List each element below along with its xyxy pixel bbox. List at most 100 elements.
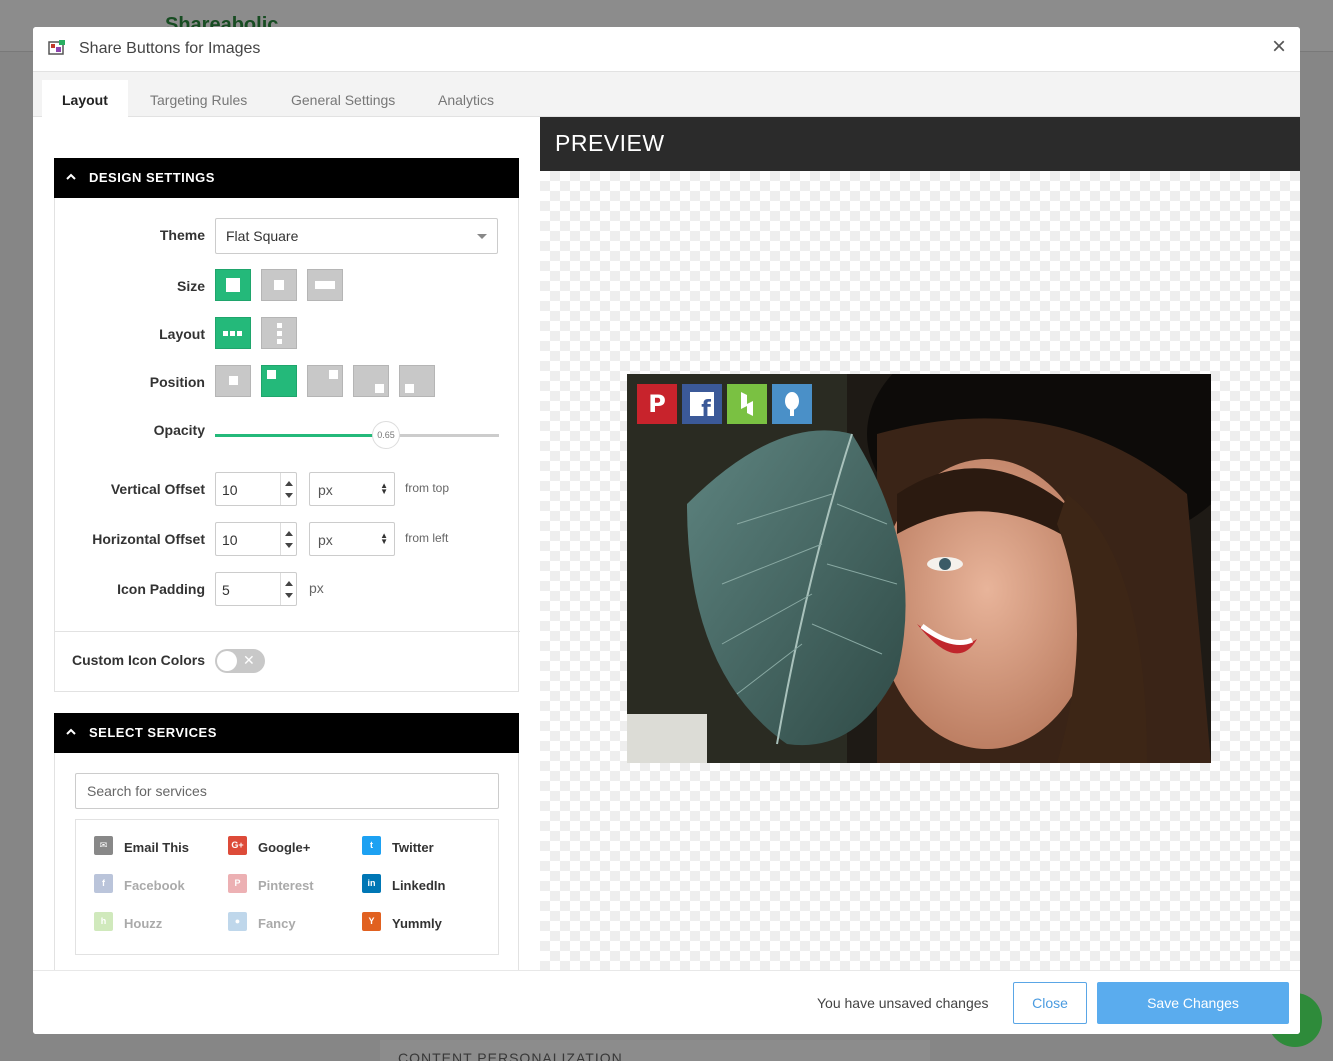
service-twitter[interactable]: t Twitter [362, 836, 492, 858]
close-icon: ✕ [243, 652, 255, 668]
layout-label: Layout [159, 326, 205, 342]
service-label: Email This [124, 840, 190, 855]
horizontal-offset-value: 10 [222, 532, 238, 548]
pinterest-icon: P [228, 874, 247, 893]
service-label: Google+ [258, 840, 311, 855]
service-label: Pinterest [258, 878, 314, 893]
horizontal-offset-suffix: from left [405, 531, 449, 545]
service-label: Yummly [392, 916, 442, 931]
opacity-slider-fill [215, 434, 385, 437]
select-services-title: SELECT SERVICES [89, 725, 217, 740]
icon-padding-unit: px [309, 580, 324, 596]
close-icon[interactable]: × [1269, 35, 1289, 59]
settings-pane: DESIGN SETTINGS Theme Flat Square Size L… [33, 117, 540, 970]
opacity-slider-track[interactable] [215, 434, 499, 437]
service-label: LinkedIn [392, 878, 446, 893]
design-settings-title: DESIGN SETTINGS [89, 170, 215, 185]
service-label: Twitter [392, 840, 434, 855]
preview-image: P f [627, 374, 1211, 763]
vertical-offset-label: Vertical Offset [110, 481, 205, 497]
opacity-label: Opacity [153, 422, 205, 438]
portrait-photo [627, 374, 1211, 763]
size-label: Size [176, 278, 205, 294]
design-settings-header[interactable]: DESIGN SETTINGS [54, 158, 519, 198]
vertical-offset-unit-select[interactable]: px ▲ ▼ [309, 472, 395, 506]
tab-layout[interactable]: Layout [42, 80, 128, 117]
preview-pane: PREVIEW P f [540, 117, 1300, 989]
svg-text:P: P [648, 390, 666, 418]
tab-general-settings[interactable]: General Settings [271, 80, 415, 117]
size-option-wide[interactable] [307, 269, 343, 301]
position-label: Position [149, 374, 205, 390]
chevron-up-icon [66, 728, 76, 735]
preview-canvas: P f [540, 171, 1300, 989]
icon-padding-stepper[interactable] [280, 573, 296, 605]
chevron-up-icon [66, 173, 76, 180]
tab-analytics[interactable]: Analytics [418, 80, 514, 117]
service-yummly[interactable]: Y Yummly [362, 912, 492, 934]
horizontal-offset-label: Horizontal Offset [92, 531, 205, 547]
preview-houzz-icon[interactable] [727, 384, 767, 424]
position-option-bottom-right[interactable] [353, 365, 389, 397]
modal-header: Share Buttons for Images × [33, 27, 1300, 72]
service-google-plus[interactable]: G+ Google+ [228, 836, 358, 858]
service-email[interactable]: ✉ Email This [94, 836, 224, 858]
vertical-offset-value: 10 [222, 482, 238, 498]
service-houzz[interactable]: h Houzz [94, 912, 224, 934]
linkedin-icon: in [362, 874, 381, 893]
position-option-top-left[interactable] [261, 365, 297, 397]
close-button[interactable]: Close [1013, 982, 1087, 1024]
fancy-icon: ● [228, 912, 247, 931]
svg-text:f: f [701, 397, 711, 422]
opacity-slider-handle[interactable]: 0.65 [372, 421, 400, 449]
custom-colors-row: Custom Icon Colors ✕ [55, 631, 520, 691]
service-facebook[interactable]: f Facebook [94, 874, 224, 896]
facebook-icon: f [94, 874, 113, 893]
preview-pinterest-icon[interactable]: P [637, 384, 677, 424]
houzz-icon: h [94, 912, 113, 931]
vertical-offset-input[interactable]: 10 [215, 472, 297, 506]
theme-select[interactable]: Flat Square [215, 218, 498, 254]
layout-option-horizontal[interactable] [215, 317, 251, 349]
position-option-top-right[interactable] [307, 365, 343, 397]
preview-fancy-icon[interactable] [772, 384, 812, 424]
image-share-icon [48, 40, 65, 55]
modal-footer: You have unsaved changes Close Save Chan… [33, 970, 1300, 1034]
horizontal-offset-input[interactable]: 10 [215, 522, 297, 556]
tab-targeting-rules[interactable]: Targeting Rules [130, 80, 267, 117]
service-fancy[interactable]: ● Fancy [228, 912, 358, 934]
size-option-medium[interactable] [261, 269, 297, 301]
google-plus-icon: G+ [228, 836, 247, 855]
preview-title: PREVIEW [540, 117, 1300, 171]
email-icon: ✉ [94, 836, 113, 855]
theme-select-value: Flat Square [226, 228, 299, 244]
service-label: Fancy [258, 916, 296, 931]
icon-padding-input[interactable]: 5 [215, 572, 297, 606]
theme-label: Theme [159, 227, 205, 243]
position-option-center[interactable] [215, 365, 251, 397]
icon-padding-value: 5 [222, 582, 230, 598]
icon-padding-label: Icon Padding [117, 581, 205, 597]
horizontal-offset-unit-select[interactable]: px ▲ ▼ [309, 522, 395, 556]
services-list: ✉ Email This G+ Google+ t Twitter f Face… [75, 819, 499, 955]
service-pinterest[interactable]: P Pinterest [228, 874, 358, 896]
select-services-header[interactable]: SELECT SERVICES [54, 713, 519, 753]
custom-colors-label: Custom Icon Colors [71, 652, 205, 668]
horizontal-offset-stepper[interactable] [280, 523, 296, 555]
select-services-panel: ✉ Email This G+ Google+ t Twitter f Face… [54, 753, 519, 970]
save-changes-button[interactable]: Save Changes [1097, 982, 1289, 1024]
position-option-bottom-left[interactable] [399, 365, 435, 397]
service-search-input[interactable] [75, 773, 499, 809]
updown-arrow-icon: ▲ ▼ [380, 531, 388, 546]
custom-colors-toggle[interactable]: ✕ [215, 649, 265, 673]
size-option-large[interactable] [215, 269, 251, 301]
vertical-offset-stepper[interactable] [280, 473, 296, 505]
tabs-bar: Layout Targeting Rules General Settings … [33, 72, 1300, 117]
service-linkedin[interactable]: in LinkedIn [362, 874, 492, 896]
service-label: Facebook [124, 878, 185, 893]
modal-title: Share Buttons for Images [79, 40, 261, 57]
layout-option-vertical[interactable] [261, 317, 297, 349]
preview-facebook-icon[interactable]: f [682, 384, 722, 424]
caret-down-icon [477, 234, 487, 239]
horizontal-offset-unit: px [318, 532, 333, 548]
